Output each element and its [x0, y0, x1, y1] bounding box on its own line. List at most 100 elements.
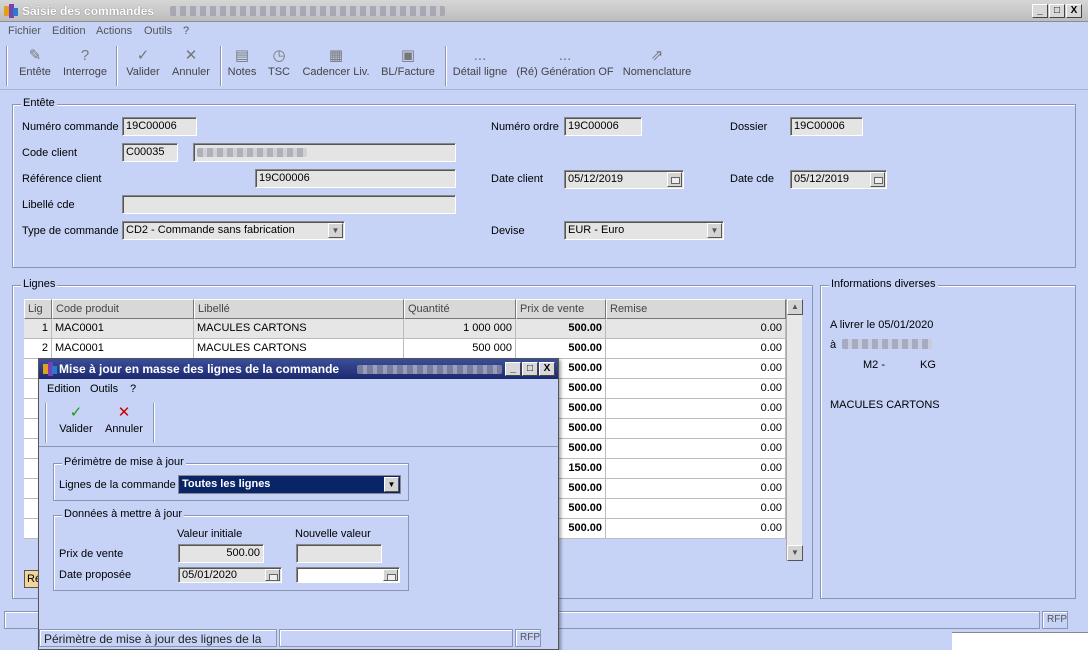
type-commande-label: Type de commande [22, 225, 119, 237]
donnees-group-title: Données à mettre à jour [62, 508, 185, 520]
app-icon [43, 362, 57, 376]
column-header-prix-vente[interactable]: Prix de vente [516, 299, 606, 319]
table-row[interactable]: 1 MAC0001 MACULES CARTONS 1 000 000 500.00 0.… [24, 319, 786, 339]
code-client-field[interactable]: C00035 [122, 143, 178, 162]
dossier-field[interactable]: 19C00006 [790, 117, 863, 136]
valider-button[interactable]: ✓ Valider [122, 46, 164, 78]
devise-select[interactable]: EUR - Euro ▼ [564, 221, 724, 240]
cell-code: MAC0001 [52, 319, 194, 339]
tsc-button[interactable]: ◷ TSC [264, 46, 294, 78]
type-commande-select[interactable]: CD2 - Commande sans fabrication ▼ [122, 221, 345, 240]
cell-remise: 0.00 [606, 519, 786, 539]
minimize-button[interactable]: _ [1032, 4, 1048, 18]
column-header-quantite[interactable]: Quantité [404, 299, 516, 319]
menu-help[interactable]: ? [183, 25, 189, 37]
entete-button[interactable]: ✎ Entête [16, 46, 54, 78]
redacted-client-name [197, 148, 307, 157]
dialog-maximize-button[interactable]: □ [522, 362, 538, 376]
perimetre-group-title: Périmètre de mise à jour [62, 456, 186, 468]
dialog-status-bar: Périmètre de mise à jour des lignes de l… [39, 629, 277, 647]
mass-update-dialog: Mise à jour en masse des lignes de la co… [38, 358, 559, 650]
question-icon: ? [80, 47, 90, 64]
bottom-white-area [952, 632, 1088, 650]
cell-remise: 0.00 [606, 419, 786, 439]
dossier-label: Dossier [730, 121, 768, 133]
numero-commande-field[interactable]: 19C00006 [122, 117, 197, 136]
annuler-button[interactable]: ✕ Annuler [168, 46, 214, 78]
interroge-button[interactable]: ? Interroge [60, 46, 110, 78]
date-initiale-field: 05/01/2020 [178, 567, 282, 583]
cell-quantite: 1 000 000 [404, 319, 516, 339]
window-title: Saisie des commandes [22, 4, 155, 18]
cell-remise: 0.00 [606, 339, 786, 359]
dialog-annuler-button[interactable]: ✕ Annuler [101, 403, 147, 435]
bl-facture-button[interactable]: ▣ BL/Facture [378, 46, 438, 78]
table-vertical-scrollbar[interactable]: ▲ ▼ [786, 299, 803, 561]
menu-outils[interactable]: Outils [144, 25, 172, 37]
window-titlebar: Saisie des commandes _ □ X [0, 0, 1088, 22]
dialog-menu-help[interactable]: ? [130, 383, 136, 395]
dialog-menu-edition[interactable]: Edition [47, 383, 81, 395]
date-cde-label: Date cde [730, 173, 775, 185]
chevron-down-icon[interactable]: ▼ [328, 223, 343, 238]
column-header-libelle[interactable]: Libellé [194, 299, 404, 319]
scroll-down-icon[interactable]: ▼ [787, 545, 803, 561]
cell-remise: 0.00 [606, 499, 786, 519]
cell-remise: 0.00 [606, 439, 786, 459]
date-client-field[interactable]: 05/12/2019 [564, 170, 684, 189]
numero-commande-label: Numéro commande [22, 121, 119, 133]
infos-unit-m2: M2 - [863, 359, 885, 371]
cell-remise: 0.00 [606, 479, 786, 499]
cell-lig: 2 [24, 339, 52, 359]
lignes-commande-select[interactable]: Toutes les lignes ▼ [178, 475, 401, 494]
entete-group-title: Entête [21, 97, 57, 109]
chevron-down-icon[interactable]: ▼ [384, 477, 399, 492]
dialog-minimize-button[interactable]: _ [505, 362, 521, 376]
infos-group: Informations diverses [820, 278, 1076, 599]
client-name-field [193, 143, 456, 162]
menu-fichier[interactable]: Fichier [8, 25, 41, 37]
dialog-menu-outils[interactable]: Outils [90, 383, 118, 395]
nomenclature-button[interactable]: ⇗ Nomenclature [621, 46, 693, 78]
more-icon: ... [473, 47, 487, 64]
cell-prix: 500.00 [516, 319, 606, 339]
maximize-button[interactable]: □ [1049, 4, 1065, 18]
redacted-address [842, 339, 932, 349]
notes-button[interactable]: ▤ Notes [226, 46, 258, 78]
generation-of-button[interactable]: ... (Ré) Génération OF [515, 46, 615, 78]
table-row[interactable]: 2 MAC0001 MACULES CARTONS 500 000 500.00 0.00 [24, 339, 786, 359]
calendar-icon[interactable] [383, 569, 398, 581]
menu-edition[interactable]: Edition [52, 25, 86, 37]
column-header-code-produit[interactable]: Code produit [52, 299, 194, 319]
infos-livrer: A livrer le 05/01/2020 [830, 319, 934, 331]
redacted-title-info [170, 6, 445, 16]
toolbar: ✎ Entête ? Interroge ✓ Valider ✕ Annuler ▤ No… [0, 40, 1088, 90]
detail-ligne-button[interactable]: ... Détail ligne [451, 46, 509, 78]
column-header-remise[interactable]: Remise [606, 299, 786, 319]
chevron-down-icon[interactable]: ▼ [707, 223, 722, 238]
calendar-icon[interactable] [870, 172, 885, 187]
dialog-close-button[interactable]: X [539, 362, 555, 376]
close-button[interactable]: X [1066, 4, 1082, 18]
date-nouvelle-field[interactable] [296, 567, 400, 583]
libelle-cde-field[interactable] [122, 195, 456, 214]
calendar-icon [265, 569, 280, 581]
lignes-commande-label: Lignes de la commande [59, 479, 176, 491]
reference-client-field[interactable]: 19C00006 [255, 169, 456, 188]
prix-initial-field: 500.00 [178, 544, 264, 563]
scroll-up-icon[interactable]: ▲ [787, 299, 803, 315]
cell-lig: 1 [24, 319, 52, 339]
code-client-label: Code client [22, 147, 78, 159]
numero-ordre-field[interactable]: 19C00006 [564, 117, 642, 136]
calendar-icon: ▦ [328, 47, 344, 64]
cell-code: MAC0001 [52, 339, 194, 359]
menu-actions[interactable]: Actions [96, 25, 132, 37]
column-header-lig[interactable]: Lig [24, 299, 52, 319]
date-cde-field[interactable]: 05/12/2019 [790, 170, 887, 189]
cadencer-button[interactable]: ▦ Cadencer Liv. [300, 46, 372, 78]
dialog-valider-button[interactable]: ✓ Valider [55, 403, 97, 435]
dialog-status-field [279, 629, 513, 647]
cross-icon: ✕ [117, 404, 131, 421]
calendar-icon[interactable] [667, 172, 682, 187]
prix-nouveau-field[interactable] [296, 544, 382, 563]
